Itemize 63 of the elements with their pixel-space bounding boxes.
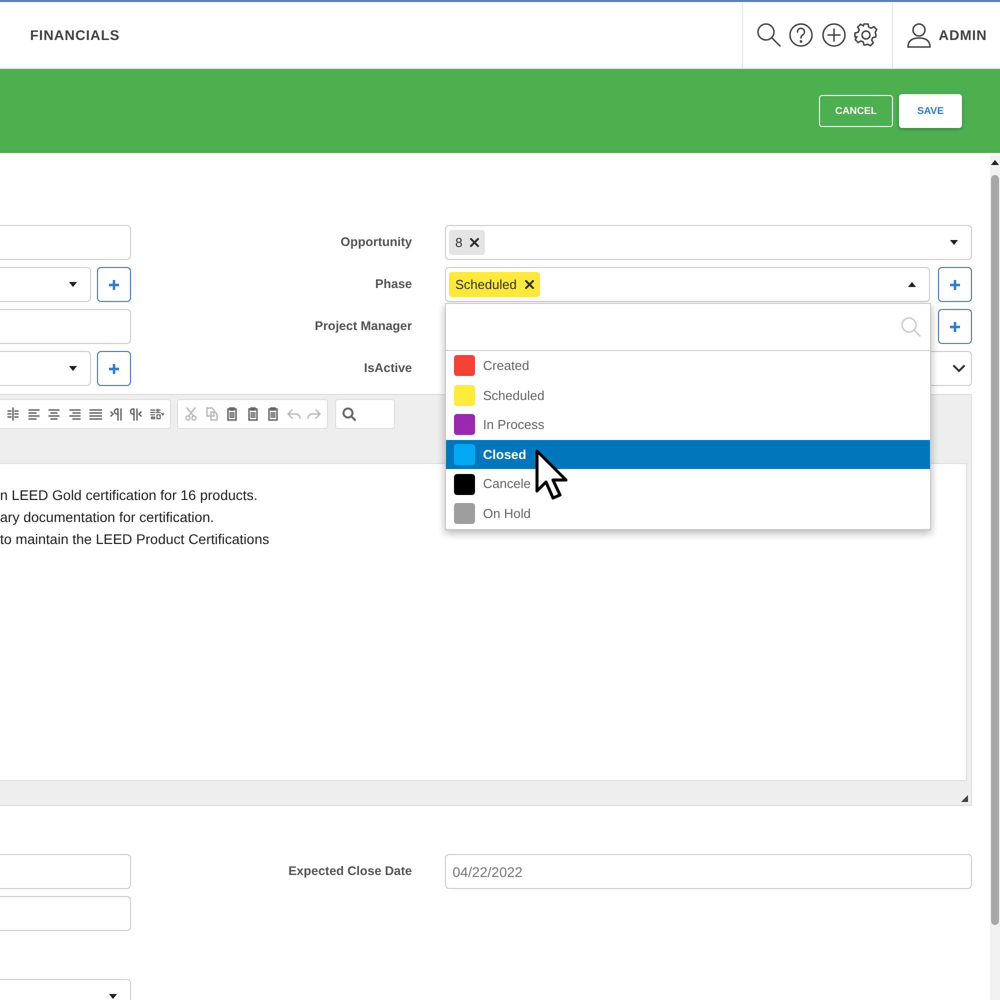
app-title: FINANCIALS [29,26,120,44]
paste-text-icon[interactable] [246,407,260,421]
select-field[interactable] [0,351,90,386]
align-center-icon[interactable] [47,407,61,421]
dropdown-option[interactable]: Scheduled [446,380,930,410]
indent-icon[interactable] [6,407,20,421]
remove-icon[interactable] [470,238,480,247]
multi-select-field[interactable]: Scheduled [445,267,930,302]
user-name[interactable]: ADMIN [938,24,987,46]
tag-text: 8 [455,234,462,252]
paste-document-icon[interactable] [266,407,280,421]
paste-icon[interactable] [225,407,239,421]
search-icon[interactable] [756,22,782,48]
body-text: n LEED Gold certification for 16 products. [0,486,258,505]
tag-text: Scheduled [455,276,517,294]
text-direction-icon[interactable] [129,407,143,421]
add-button[interactable] [97,267,131,302]
dropdown-option[interactable]: On Hold [446,498,930,529]
dropdown-option[interactable]: Created [446,351,930,381]
input-field[interactable] [0,896,131,931]
caret-icon [68,282,76,287]
caret-icon [68,366,76,371]
field-label: Opportunity [339,234,412,252]
field-label: Project Manager [314,318,412,336]
justify-icon[interactable] [88,407,102,421]
text-direction-icon[interactable] [108,407,122,421]
dropdown-option[interactable]: In Process [446,410,930,440]
remove-icon[interactable] [524,280,534,289]
add-button[interactable] [938,309,972,344]
help-icon[interactable] [788,22,814,48]
language-icon[interactable] [150,407,164,421]
chevron-icon [952,364,964,372]
field-label: Phase [374,276,412,294]
scrollbar[interactable] [990,155,1000,1000]
resize-handle-icon[interactable] [960,794,968,802]
settings-icon[interactable] [853,22,880,48]
add-icon[interactable] [820,22,847,48]
dropdown-option[interactable]: Closed [446,440,930,470]
date-field[interactable]: 04/22/2022 [445,854,972,889]
field-label: Expected Close Date [287,863,412,880]
scroll-up-icon[interactable] [991,160,999,165]
body-text: to maintain the LEED Product Certifications [0,530,270,549]
search-icon[interactable] [342,407,356,421]
add-button[interactable] [97,351,131,386]
select-field[interactable] [0,267,90,302]
input-field[interactable] [0,854,131,889]
plus-icon [949,278,961,290]
search-icon [900,316,922,338]
caret-icon [109,994,117,999]
body-text: ary documentation for certification. [0,508,214,527]
dropdown-option[interactable]: Cancele [446,469,930,499]
plus-icon [108,278,120,290]
input-field[interactable] [0,225,131,260]
plus-icon [108,362,120,374]
save-button[interactable]: SAVE [899,94,962,128]
add-button[interactable] [938,267,972,302]
field-label: IsActive [363,360,412,378]
user-icon[interactable] [906,22,932,48]
multi-select-field[interactable]: 8 [445,225,972,260]
align-right-icon[interactable] [68,407,82,421]
align-left-icon[interactable] [26,407,40,421]
plus-icon [949,320,961,332]
input-field[interactable] [0,309,131,344]
